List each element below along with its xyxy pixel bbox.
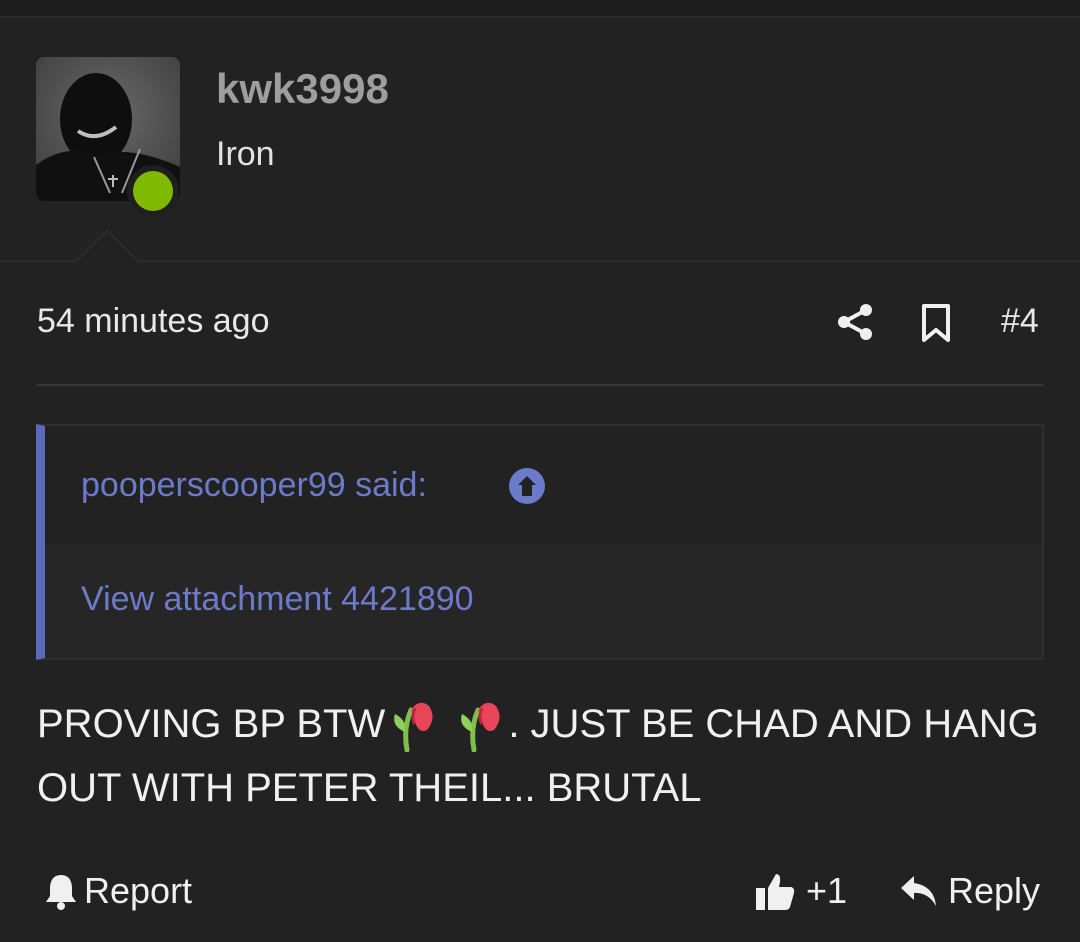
report-label: Report [84, 870, 193, 911]
attachment-link[interactable]: View attachment 4421890 [81, 580, 474, 619]
like-count: +1 [806, 870, 848, 911]
like-button[interactable]: +1 [754, 866, 847, 916]
meta-divider [36, 384, 1044, 386]
quote-block: pooperscooper99 said: View attachment 44… [36, 424, 1044, 660]
quote-author-link[interactable]: pooperscooper99 said: [81, 466, 427, 505]
bookmark-icon[interactable] [918, 303, 954, 343]
post-timestamp[interactable]: 54 minutes ago [37, 302, 270, 341]
post-message: PROVING BP BTW . JUST BE CHAD AND HANG O… [37, 692, 1047, 820]
header-pointer-notch [75, 229, 139, 262]
thumbs-up-icon [756, 874, 795, 910]
username[interactable]: kwk3998 [216, 65, 389, 113]
arrow-up-circle-icon[interactable] [509, 468, 545, 504]
share-icon[interactable] [836, 302, 874, 342]
online-status-indicator [127, 165, 179, 217]
reply-button[interactable]: Reply [900, 866, 1040, 916]
message-text-start: PROVING BP BTW [37, 702, 386, 746]
reply-arrow-icon [901, 876, 936, 906]
post-number-link[interactable]: #4 [1001, 302, 1039, 341]
wilted-flower-emoji [394, 703, 433, 753]
report-button[interactable]: Report [44, 866, 192, 916]
wilted-flower-emoji [461, 703, 500, 753]
quote-body: View attachment 4421890 [45, 544, 1042, 658]
reply-label: Reply [948, 870, 1041, 911]
quote-header: pooperscooper99 said: [45, 426, 1042, 544]
user-title: Iron [216, 135, 275, 173]
top-strip [0, 0, 1080, 18]
bell-icon [46, 875, 76, 910]
post-user-header: kwk3998 Iron [0, 20, 1080, 262]
